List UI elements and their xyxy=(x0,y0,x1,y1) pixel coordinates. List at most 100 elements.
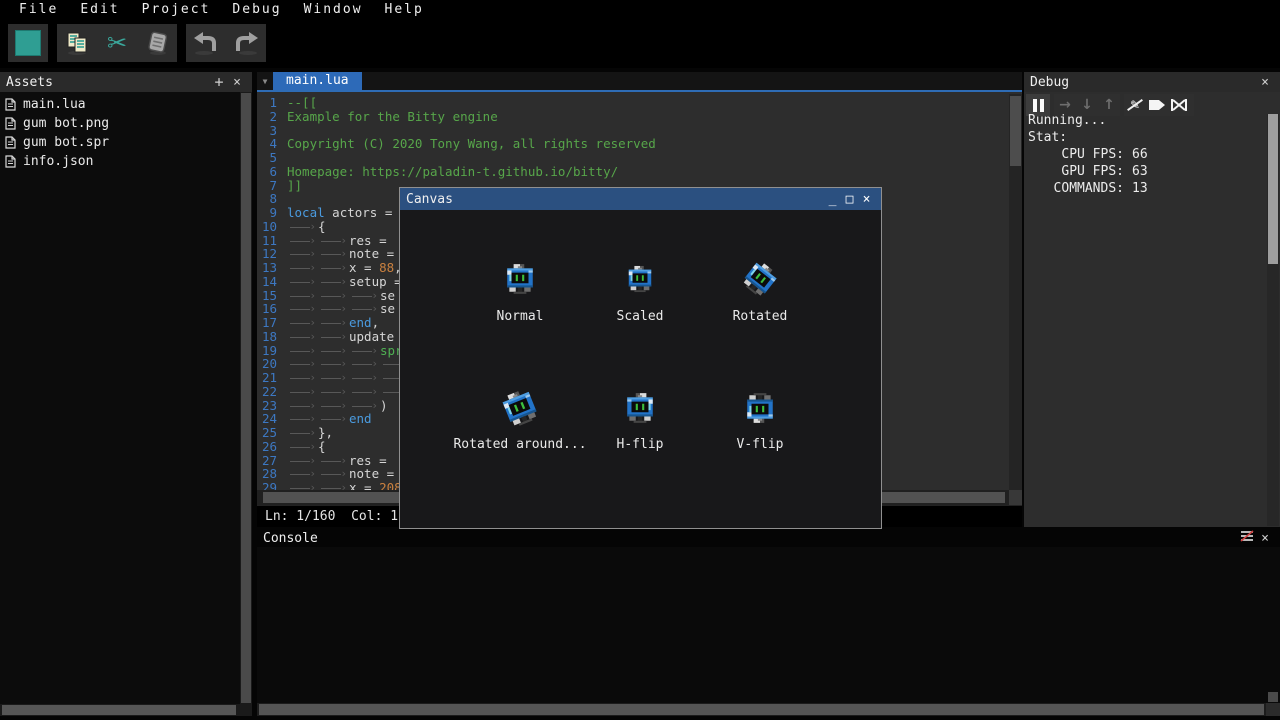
menu-item-edit[interactable]: Edit xyxy=(69,0,130,20)
tab-main-lua[interactable]: main.lua xyxy=(273,72,362,90)
line-number: 15 xyxy=(257,289,287,303)
canvas-window: Canvas _ □ × NormalScaledRotatedRotated … xyxy=(399,187,882,529)
cut-icon: ✂ xyxy=(107,31,127,55)
code-token: x = xyxy=(349,261,379,275)
tab-indicator xyxy=(318,399,349,412)
gum-bot-sprite xyxy=(743,393,777,423)
chevron-down-icon: ▼ xyxy=(263,77,268,86)
asset-item-gum-bot-png[interactable]: gum bot.png xyxy=(0,114,240,133)
tab-indicator xyxy=(318,234,349,247)
line-number: 26 xyxy=(257,440,287,454)
code-token: update xyxy=(349,330,394,344)
sprite-v-flip xyxy=(740,388,780,428)
erase-button[interactable] xyxy=(137,24,177,62)
code-token: 88 xyxy=(379,261,394,275)
line-number: 27 xyxy=(257,454,287,468)
sprite-normal xyxy=(500,259,540,299)
console-vertical-scrollbar[interactable] xyxy=(1268,692,1278,702)
tab-indicator xyxy=(287,454,318,467)
gum-bot-sprite xyxy=(496,386,543,431)
sprite-rotated-around xyxy=(500,388,540,428)
redo-button[interactable] xyxy=(226,24,266,62)
sprite-rotated xyxy=(740,259,780,299)
asset-item-gum-bot-spr[interactable]: gum bot.spr xyxy=(0,133,240,152)
tab-indicator xyxy=(318,412,349,425)
code-token: note = xyxy=(349,247,402,261)
console-close-button[interactable]: × xyxy=(1256,531,1274,546)
code-token: res = xyxy=(349,454,394,468)
code-line: 5 xyxy=(257,151,1009,165)
tab-indicator xyxy=(349,371,380,384)
code-token: local xyxy=(287,206,325,220)
tab-indicator xyxy=(318,275,349,288)
sprite-scaled xyxy=(620,259,660,299)
code-token: actors = xyxy=(325,206,400,220)
tab-indicator xyxy=(287,399,318,412)
copy-button[interactable] xyxy=(57,24,97,62)
code-token: se xyxy=(380,289,395,303)
code-token: Example for the Bitty engine xyxy=(287,110,498,124)
code-line: 3 xyxy=(257,124,1009,138)
run-icon xyxy=(15,30,41,56)
tab-indicator xyxy=(287,330,318,343)
code-token: x = xyxy=(349,481,379,490)
stat-label: GPU FPS: xyxy=(1028,163,1124,180)
tab-indicator xyxy=(287,344,318,357)
canvas-close-button[interactable]: × xyxy=(858,192,875,207)
assets-horizontal-scrollbar[interactable] xyxy=(0,704,240,716)
asset-label: gum bot.spr xyxy=(23,135,109,150)
cut-button[interactable]: ✂ xyxy=(97,24,137,62)
code-token: , xyxy=(372,316,380,330)
undo-button[interactable] xyxy=(186,24,226,62)
canvas-label-rotated: Rotated xyxy=(650,309,870,324)
menu-item-debug[interactable]: Debug xyxy=(221,0,292,20)
tab-indicator xyxy=(287,247,318,260)
menu-item-file[interactable]: File xyxy=(8,0,69,20)
debug-status: Running... xyxy=(1028,112,1266,129)
line-number: 14 xyxy=(257,275,287,289)
line-number: 22 xyxy=(257,385,287,399)
line-number: 19 xyxy=(257,344,287,358)
clear-console-icon xyxy=(1240,530,1254,542)
line-number: 20 xyxy=(257,357,287,371)
tab-indicator xyxy=(287,357,318,370)
assets-panel: Assets + × main.luagum bot.pnggum bot.sp… xyxy=(0,72,252,716)
editor-vertical-scrollbar[interactable] xyxy=(1009,94,1022,490)
clear-console-button[interactable] xyxy=(1238,530,1256,546)
assets-close-button[interactable]: × xyxy=(228,75,246,90)
asset-label: main.lua xyxy=(23,97,86,112)
menu-item-window[interactable]: Window xyxy=(293,0,374,20)
minimize-button[interactable]: _ xyxy=(824,192,841,207)
stat-label: COMMANDS: xyxy=(1028,180,1124,197)
tab-indicator xyxy=(287,481,318,490)
file-icon xyxy=(5,136,16,149)
stat-label: CPU FPS: xyxy=(1028,146,1124,163)
code-token: }, xyxy=(318,426,333,440)
tab-indicator xyxy=(318,357,349,370)
add-asset-button[interactable]: + xyxy=(210,73,228,91)
line-number: 13 xyxy=(257,261,287,275)
editor-tabbar: ▼ main.lua xyxy=(257,72,1022,92)
canvas-titlebar[interactable]: Canvas _ □ × xyxy=(400,188,881,210)
tab-indicator xyxy=(318,261,349,274)
tab-list-dropdown-button[interactable]: ▼ xyxy=(257,72,273,90)
assets-vertical-scrollbar[interactable] xyxy=(240,92,252,704)
debug-stat-heading: Stat: xyxy=(1028,129,1266,146)
console-title: Console xyxy=(263,531,318,546)
menu-item-help[interactable]: Help xyxy=(374,0,435,20)
line-number: 16 xyxy=(257,302,287,316)
tab-indicator xyxy=(287,289,318,302)
line-number: 1 xyxy=(257,96,287,110)
tab-indicator xyxy=(318,467,349,480)
tab-indicator xyxy=(349,399,380,412)
asset-item-info-json[interactable]: info.json xyxy=(0,152,240,171)
asset-item-main-lua[interactable]: main.lua xyxy=(0,95,240,114)
debug-body: Running... Stat: CPU FPS:66GPU FPS:63COM… xyxy=(1028,112,1266,197)
run-button[interactable] xyxy=(8,24,48,62)
menu-item-project[interactable]: Project xyxy=(131,0,222,20)
console-horizontal-scrollbar[interactable] xyxy=(257,703,1266,716)
tab-indicator xyxy=(287,426,318,439)
debug-close-button[interactable]: × xyxy=(1256,75,1274,90)
debug-vertical-scrollbar[interactable] xyxy=(1267,114,1279,526)
maximize-button[interactable]: □ xyxy=(841,192,858,207)
